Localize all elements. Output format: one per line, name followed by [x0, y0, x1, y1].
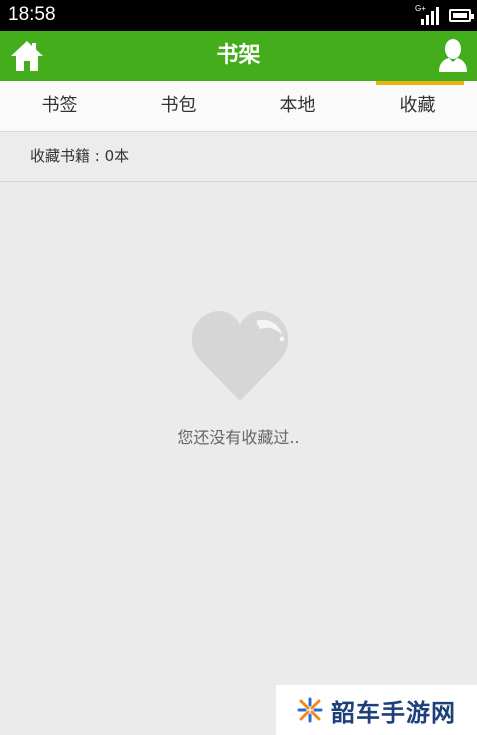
tab-favorites[interactable]: 收藏: [358, 81, 477, 131]
app-bar: 书架: [0, 31, 477, 81]
favorites-count-row: 收藏书籍 : 0本: [0, 132, 477, 182]
status-bar: 18:58 G+: [0, 0, 477, 31]
empty-state-message: 您还没有收藏过..: [177, 428, 300, 447]
watermark: 韶车手游网: [276, 685, 477, 735]
watermark-logo-icon: [297, 697, 323, 723]
network-type: G+: [415, 4, 426, 13]
active-tab-indicator: [376, 81, 464, 85]
tab-local[interactable]: 本地: [238, 81, 357, 131]
heart-icon: [191, 310, 289, 401]
tab-bookmarks[interactable]: 书签: [0, 81, 119, 131]
tab-book-bag[interactable]: 书包: [119, 81, 238, 131]
watermark-text: 韶车手游网: [331, 698, 456, 727]
user-icon: [439, 39, 467, 72]
status-icons: G+: [415, 4, 474, 26]
status-time: 18:58: [8, 4, 56, 25]
battery-icon: [449, 8, 474, 22]
user-button[interactable]: [438, 38, 468, 74]
tab-bar: 书签 书包 本地 收藏: [0, 81, 477, 132]
page-title: 书架: [216, 43, 261, 68]
signal-icon: G+: [415, 4, 441, 25]
favorites-count: 收藏书籍 : 0本: [30, 147, 130, 165]
